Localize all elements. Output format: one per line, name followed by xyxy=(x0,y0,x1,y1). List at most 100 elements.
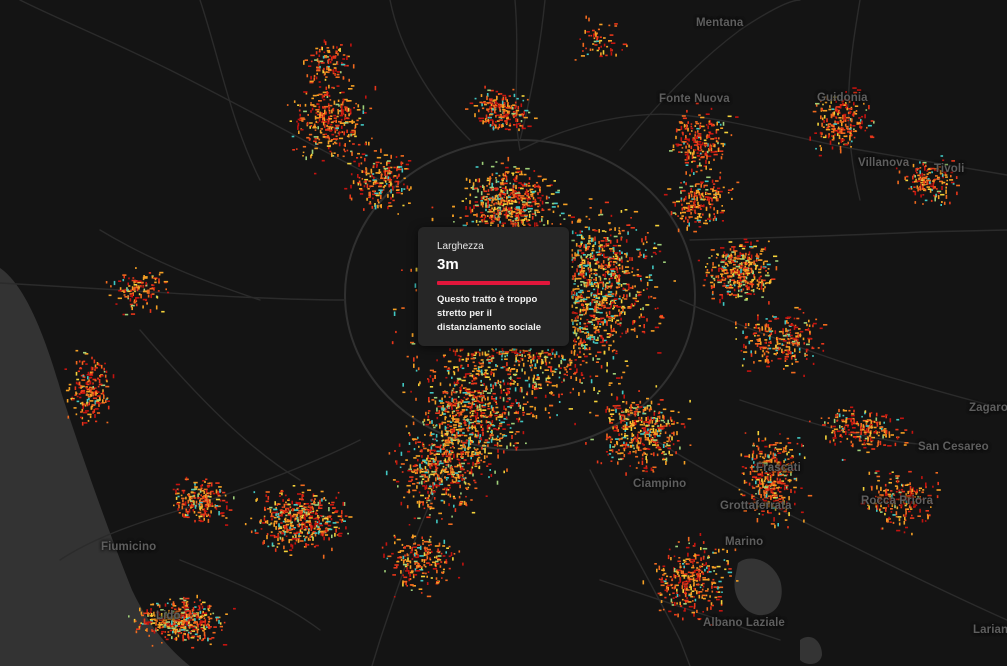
sidewalk-segment xyxy=(511,368,516,370)
sidewalk-segment xyxy=(503,203,507,205)
sidewalk-segment xyxy=(678,151,681,153)
sidewalk-segment xyxy=(743,472,745,475)
sidewalk-segment xyxy=(426,457,428,461)
sidewalk-segment xyxy=(681,147,684,149)
sidewalk-segment xyxy=(832,135,835,139)
sidewalk-segment xyxy=(464,404,467,406)
sidewalk-segment xyxy=(415,397,417,401)
map-canvas[interactable]: Mentana Fonte Nuova Guidonia Villanova T… xyxy=(0,0,1007,666)
sidewalk-segment xyxy=(425,411,427,416)
sidewalk-segment xyxy=(480,211,484,214)
sidewalk-segment xyxy=(546,383,549,387)
sidewalk-segment xyxy=(685,164,689,166)
sidewalk-segment xyxy=(559,367,562,369)
sidewalk-segment xyxy=(514,207,516,210)
sidewalk-segment xyxy=(657,243,662,246)
sidewalk-segment xyxy=(640,313,642,317)
sidewalk-segment xyxy=(299,523,301,526)
sidewalk-segment xyxy=(541,350,544,352)
sidewalk-segment xyxy=(504,109,506,112)
sidewalk-segment xyxy=(453,456,455,459)
sidewalk-segment xyxy=(604,273,606,278)
sidewalk-segment xyxy=(598,390,601,392)
sidewalk-segment xyxy=(646,232,649,234)
sidewalk-segment xyxy=(495,194,498,198)
sidewalk-segment xyxy=(510,206,513,209)
sidewalk-segment xyxy=(477,431,480,435)
sidewalk-segment xyxy=(276,504,279,506)
sidewalk-segment xyxy=(365,95,367,99)
sidewalk-segment xyxy=(608,382,613,384)
sidewalk-segment xyxy=(605,297,607,302)
sidewalk-segment xyxy=(923,165,926,168)
sidewalk-segment xyxy=(925,179,929,182)
sidewalk-segment xyxy=(759,450,763,453)
sidewalk-segment xyxy=(281,506,284,509)
sidewalk-segment xyxy=(516,369,518,373)
sidewalk-segment xyxy=(531,191,535,193)
sidewalk-segment xyxy=(449,467,452,470)
sidewalk-segment xyxy=(751,280,754,283)
sidewalk-segment xyxy=(544,394,547,398)
sidewalk-segment xyxy=(721,270,725,272)
sidewalk-segment xyxy=(337,154,339,157)
sidewalk-segment xyxy=(786,473,789,476)
sidewalk-segment xyxy=(516,192,521,194)
sidewalk-segment xyxy=(711,124,715,127)
sidewalk-segment xyxy=(945,186,947,189)
sidewalk-segment xyxy=(588,226,590,231)
sidewalk-segment xyxy=(522,406,524,411)
sidewalk-segment xyxy=(801,443,803,448)
sidewalk-segment xyxy=(460,399,463,403)
sidewalk-segment xyxy=(472,375,475,378)
sidewalk-segment xyxy=(579,273,584,276)
sidewalk-segment xyxy=(347,100,352,102)
sidewalk-segment xyxy=(758,437,760,442)
sidewalk-segment xyxy=(441,397,443,401)
sidewalk-segment xyxy=(757,256,760,259)
sidewalk-segment xyxy=(332,143,335,145)
sidewalk-segment xyxy=(357,143,361,146)
sidewalk-segment xyxy=(935,175,938,177)
sidewalk-segment xyxy=(308,513,311,515)
sidewalk-segment xyxy=(439,462,444,465)
sidewalk-segment xyxy=(612,373,616,375)
sidewalk-segment xyxy=(579,289,584,292)
sidewalk-segment xyxy=(828,123,832,125)
sidewalk-segment xyxy=(581,309,586,311)
sidewalk-segment xyxy=(705,266,707,268)
sidewalk-segment xyxy=(318,105,321,109)
sidewalk-segment xyxy=(439,402,445,404)
sidewalk-segment xyxy=(541,216,544,218)
sidewalk-segment xyxy=(541,358,543,361)
sidewalk-segment xyxy=(755,260,758,262)
sidewalk-segment xyxy=(528,352,531,354)
sidewalk-segment xyxy=(455,482,460,484)
sidewalk-segment xyxy=(482,431,484,437)
sidewalk-segment xyxy=(461,384,463,387)
sidewalk-segment xyxy=(441,434,444,438)
sidewalk-segment xyxy=(590,272,593,275)
sidewalk-segment xyxy=(417,436,419,439)
sidewalk-segment xyxy=(476,213,478,218)
sidewalk-segment xyxy=(843,135,848,138)
sidewalk-segment xyxy=(923,173,926,176)
sidewalk-segment xyxy=(496,365,499,368)
sidewalk-segment xyxy=(803,519,805,523)
sidewalk-segment xyxy=(842,129,846,131)
sidewalk-segment xyxy=(605,282,609,284)
sidewalk-segment xyxy=(762,288,765,293)
sidewalk-segment xyxy=(821,108,823,111)
sidewalk-segment xyxy=(498,119,503,121)
sidewalk-segment xyxy=(941,186,943,190)
sidewalk-segment xyxy=(487,350,490,353)
sidewalk-segment xyxy=(763,491,766,496)
sidewalk-segment xyxy=(597,284,600,289)
sidewalk-segment xyxy=(530,368,533,372)
sidewalk-segment xyxy=(854,113,858,115)
sidewalk-segment xyxy=(748,454,751,458)
sidewalk-segment xyxy=(591,245,595,247)
sidewalk-segment xyxy=(496,219,499,221)
sidewalk-segment xyxy=(726,287,729,289)
sidewalk-segment xyxy=(347,107,350,112)
